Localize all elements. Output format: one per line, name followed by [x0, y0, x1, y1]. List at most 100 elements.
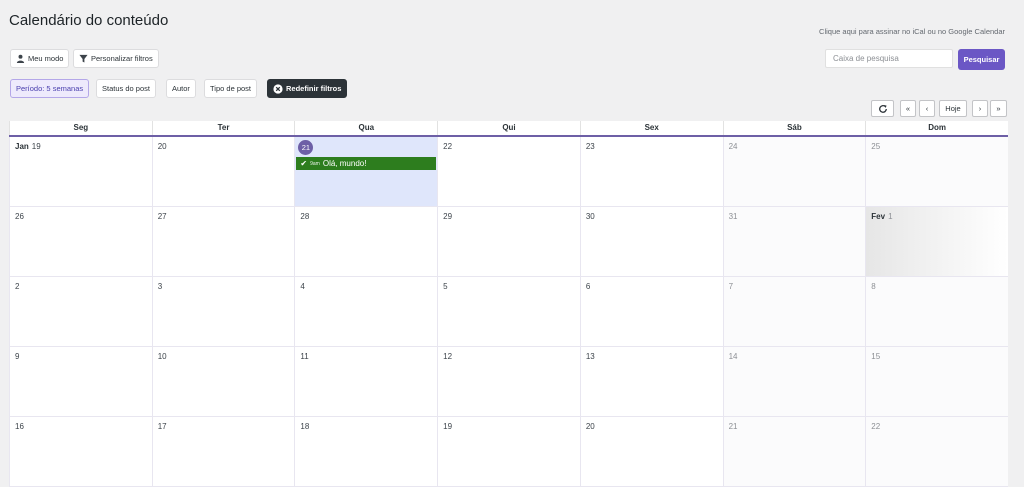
day-cell[interactable]: 15 [865, 347, 1008, 417]
day-cell[interactable]: 11 [294, 347, 438, 417]
day-number-value: 17 [157, 422, 167, 431]
first-page-button[interactable]: « [900, 100, 916, 117]
month-label: Fev [871, 212, 886, 221]
search-input[interactable]: Caixa de pesquisa [825, 49, 953, 68]
day-number: Jan 19 [15, 142, 41, 151]
day-number-value: 4 [300, 282, 305, 291]
day-cell[interactable]: 10 [151, 347, 295, 417]
day-number-value: 20 [157, 142, 167, 151]
ical-subscribe-link[interactable]: Clique aqui para assinar no iCal ou no G… [819, 27, 1005, 36]
day-number-value: 6 [585, 282, 591, 291]
next-page-button[interactable]: › [972, 100, 988, 117]
day-number-value: 20 [585, 422, 595, 431]
day-cell[interactable]: 9 [9, 347, 152, 417]
calendar-event[interactable]: ✔ 9am Olá, mundo! [296, 157, 437, 170]
day-cell[interactable]: 14 [722, 347, 866, 417]
day-number: 14 [729, 352, 738, 361]
day-number: 2 [15, 282, 19, 291]
day-cell[interactable]: 18 [294, 417, 438, 487]
day-number-value: 5 [443, 282, 448, 291]
day-cell[interactable]: 29 [437, 207, 580, 277]
day-cell[interactable]: 27 [151, 207, 295, 277]
day-cell[interactable]: 26 [9, 207, 152, 277]
calendar-grid: Jan 19 20 21 ✔ 9am Olá, mundo! 22 23 24 25 26 27 28 29… [9, 137, 1008, 487]
day-number-value: 7 [728, 282, 734, 291]
day-cell[interactable]: 7 [722, 277, 866, 347]
reset-filters-label: Redefinir filtros [286, 84, 342, 93]
day-number-value: 16 [15, 422, 24, 431]
weekday-label: Qui [437, 121, 580, 135]
day-cell[interactable]: 22 [865, 417, 1008, 487]
weekday-label: Dom [865, 121, 1008, 135]
day-number-value: 24 [728, 142, 738, 151]
day-number-value: 18 [300, 422, 310, 431]
customize-filters-label: Personalizar filtros [91, 54, 153, 63]
search-button[interactable]: Pesquisar [958, 49, 1005, 70]
day-cell[interactable]: 19 [437, 417, 580, 487]
day-cell[interactable]: 21 ✔ 9am Olá, mundo! [294, 137, 438, 207]
day-number-value: 23 [585, 142, 595, 151]
reset-filters-button[interactable]: Redefinir filtros [267, 79, 348, 98]
day-cell[interactable]: 20 [151, 137, 295, 207]
post-type-filter[interactable]: Tipo de post [204, 79, 257, 98]
day-number: 8 [871, 282, 875, 291]
day-number: 30 [586, 212, 595, 221]
day-number-value: 9 [15, 352, 20, 361]
day-cell[interactable]: 22 [437, 137, 580, 207]
day-number: 11 [300, 352, 308, 361]
day-number-value: 29 [443, 212, 453, 221]
weekday-label: Qua [294, 121, 437, 135]
day-cell[interactable]: 24 [722, 137, 866, 207]
refresh-button[interactable] [871, 100, 894, 117]
day-cell[interactable]: 5 [437, 277, 580, 347]
day-number: 10 [158, 352, 167, 361]
customize-filters-button[interactable]: Personalizar filtros [73, 49, 159, 68]
day-cell[interactable]: 23 [579, 137, 723, 207]
my-mode-button[interactable]: Meu modo [10, 49, 70, 68]
day-number: 16 [15, 422, 24, 431]
day-cell[interactable]: 6 [579, 277, 723, 347]
weekday-header: Seg Ter Qua Qui Sex Sáb Dom [9, 121, 1008, 137]
day-cell[interactable]: 21 [722, 417, 866, 487]
day-cell[interactable]: 31 [722, 207, 866, 277]
author-filter[interactable]: Autor [166, 79, 196, 98]
weekday-label: Sáb [722, 121, 866, 135]
day-number-value: 28 [300, 212, 310, 221]
day-cell[interactable]: 17 [151, 417, 295, 487]
day-cell[interactable]: 13 [579, 347, 723, 417]
day-cell[interactable]: 20 [579, 417, 723, 487]
day-number: 23 [586, 142, 595, 151]
day-number: 5 [443, 282, 447, 291]
day-cell[interactable]: 25 [865, 137, 1008, 207]
today-day-number: 21 [298, 140, 314, 155]
day-cell[interactable]: Fev 1 [865, 207, 1008, 277]
day-number: 28 [300, 212, 309, 221]
day-cell[interactable]: Jan 19 [9, 137, 152, 207]
day-cell[interactable]: 3 [151, 277, 295, 347]
prev-page-button[interactable]: ‹ [919, 100, 935, 117]
day-number-value: 19 [31, 142, 41, 151]
day-cell[interactable]: 4 [294, 277, 438, 347]
day-number-value: 13 [585, 352, 595, 361]
day-number: 24 [729, 142, 738, 151]
day-cell[interactable]: 30 [579, 207, 723, 277]
month-label: Jan [15, 142, 29, 151]
day-number-value: 8 [871, 282, 876, 291]
today-button[interactable]: Hoje [939, 100, 967, 117]
day-cell[interactable]: 12 [437, 347, 580, 417]
last-page-button[interactable]: » [990, 100, 1007, 117]
day-number: 29 [443, 212, 452, 221]
day-cell[interactable]: 8 [865, 277, 1008, 347]
day-number: 27 [158, 212, 167, 221]
day-number: 20 [586, 422, 595, 431]
day-cell[interactable]: 28 [294, 207, 438, 277]
post-status-filter[interactable]: Status do post [96, 79, 156, 98]
user-icon [16, 54, 25, 63]
day-number: 12 [443, 352, 452, 361]
day-number: 19 [443, 422, 452, 431]
close-circle-icon [273, 83, 283, 94]
period-filter[interactable]: Período: 5 semanas [10, 79, 90, 98]
day-cell[interactable]: 2 [9, 277, 152, 347]
day-cell[interactable]: 16 [9, 417, 152, 487]
day-number-value: 22 [443, 142, 453, 151]
